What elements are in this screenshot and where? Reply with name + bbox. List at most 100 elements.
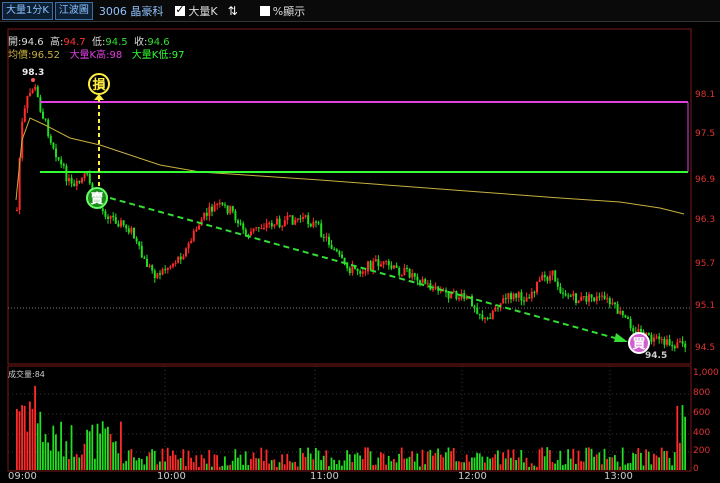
candle — [226, 205, 229, 214]
volume-bar — [640, 453, 642, 470]
volume-bar — [270, 460, 273, 470]
volume-bar — [359, 455, 361, 470]
volume-bar — [629, 462, 632, 470]
candle — [541, 274, 544, 281]
volume-bar — [372, 465, 374, 470]
candle — [413, 273, 416, 277]
candle — [341, 254, 343, 258]
candle — [603, 295, 606, 299]
candle — [169, 266, 172, 268]
volume-bar — [598, 452, 601, 470]
volume-bar — [374, 464, 377, 470]
volume-bar — [73, 456, 75, 470]
volume-bar — [356, 452, 359, 470]
volume-tick: 200 — [693, 446, 711, 456]
candle — [564, 293, 567, 296]
price-tick: 98.1 — [695, 90, 716, 100]
price-chart[interactable] — [0, 0, 720, 483]
volume-bar — [265, 449, 268, 470]
candle — [372, 261, 375, 270]
volume-bar — [239, 454, 242, 470]
candle — [133, 227, 135, 239]
time-tick: 10:00 — [157, 471, 186, 482]
candle — [598, 296, 601, 298]
candle — [179, 256, 182, 260]
volume-bar — [348, 454, 351, 470]
candle — [47, 119, 50, 137]
volume-bar — [647, 451, 650, 470]
volume-bar — [127, 450, 130, 470]
candle — [143, 257, 146, 259]
candle — [198, 225, 200, 230]
volume-bar — [211, 466, 213, 470]
volume-bar — [499, 464, 502, 470]
volume-bar — [52, 425, 55, 470]
volume-bar — [153, 450, 156, 470]
volume-bar — [556, 459, 559, 470]
candle — [577, 300, 580, 304]
volume-bar — [411, 451, 413, 470]
candle — [494, 307, 497, 311]
volume-bar — [419, 466, 421, 470]
volume-bar — [213, 454, 216, 470]
candle — [34, 86, 37, 90]
time-grid — [164, 366, 611, 471]
volume-bar — [486, 456, 489, 470]
volume-bar — [658, 457, 660, 470]
candle — [281, 226, 284, 228]
candle — [473, 306, 476, 308]
volume-bar — [177, 459, 179, 470]
volume-bar — [281, 454, 283, 470]
volume-bar — [307, 447, 309, 470]
volume-bar — [465, 454, 468, 470]
volume-bar — [244, 451, 247, 470]
volume-bar — [263, 460, 265, 470]
volume-bar — [569, 458, 572, 470]
candle — [205, 212, 208, 216]
volume-bar — [564, 464, 567, 470]
volume-bar — [205, 463, 208, 470]
buy-marker[interactable]: 買 — [628, 332, 650, 354]
volume-bar — [546, 447, 549, 470]
candle — [569, 295, 572, 297]
volume-bar — [554, 463, 556, 470]
candle — [265, 223, 268, 228]
volume-bar — [44, 434, 47, 470]
volume-bar — [309, 453, 312, 470]
volume-bar — [468, 461, 471, 470]
volume-bar — [286, 453, 289, 470]
volume-bar — [575, 463, 577, 470]
volume-bar — [341, 465, 343, 470]
volume-bar — [416, 453, 419, 470]
volume-bar — [242, 464, 244, 470]
sell-marker[interactable]: 賣 — [86, 187, 108, 209]
volume-bar — [130, 449, 133, 470]
volume-bar — [434, 452, 437, 470]
end-price-label: 94.5 — [645, 351, 668, 361]
candle — [520, 292, 523, 301]
volume-bar — [250, 459, 252, 470]
candle — [229, 206, 232, 214]
volume-bar — [671, 465, 673, 470]
candle — [608, 298, 611, 305]
volume-bar — [42, 441, 44, 470]
volume-bar — [645, 449, 647, 470]
candle — [88, 173, 91, 184]
stop-loss-marker[interactable]: 損 — [88, 73, 110, 95]
candle — [156, 273, 159, 279]
candle — [294, 219, 297, 225]
volume-bar — [421, 449, 424, 470]
volume-tick: 400 — [693, 428, 711, 438]
candle — [73, 183, 76, 186]
candle — [385, 261, 388, 263]
candle — [424, 279, 427, 284]
volume-bar — [182, 449, 185, 470]
volume-bar — [650, 464, 653, 470]
volume-bar — [23, 405, 26, 470]
candle — [211, 206, 213, 212]
volume-bar — [338, 460, 341, 470]
volume-bar — [380, 452, 382, 470]
candle — [549, 275, 551, 281]
candle — [302, 216, 304, 219]
candle — [660, 338, 663, 340]
